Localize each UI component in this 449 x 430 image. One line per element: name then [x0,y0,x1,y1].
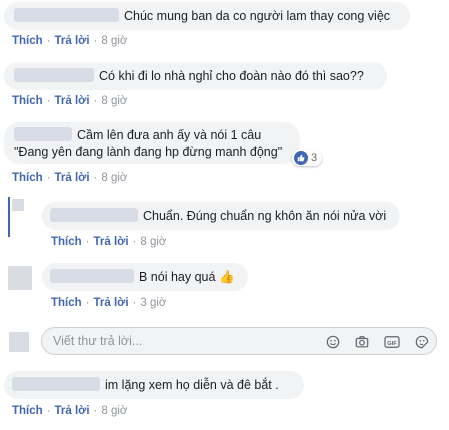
reply-button[interactable]: Trả lời [94,236,129,248]
comment-actions: Thích · Trả lời · 8 giờ [12,95,128,107]
reply-bubble: Chuẩn. Đúng chuẩn ng khôn ăn nói nửa vời [42,202,400,230]
reaction-summary[interactable]: 3 [292,150,323,166]
like-button[interactable]: Thích [12,95,43,107]
blurred-name [14,127,72,141]
like-button[interactable]: Thích [51,236,82,248]
avatar[interactable] [9,332,29,352]
blurred-name [12,377,100,391]
like-button[interactable]: Thích [12,172,43,184]
reply-thread-line [8,197,10,237]
comment-actions: Thích · Trả lời · 8 giờ [12,35,128,47]
timestamp: 8 giờ [101,95,128,107]
gif-icon[interactable]: GIF [383,335,401,349]
like-button[interactable]: Thích [12,405,43,417]
comment-bubble: Cầm lên đưa anh ấy và nói 1 câu "Đang yê… [4,122,300,164]
reply-button[interactable]: Trả lời [55,405,90,417]
comment-bubble: im lặng xem họ diễn và đê bắt . [4,371,304,399]
avatar[interactable] [8,266,32,290]
like-reaction-icon [294,151,308,165]
blurred-name [50,269,134,283]
emoji-icon[interactable] [325,335,341,349]
reply-button[interactable]: Trả lời [55,95,90,107]
reply-actions: Thích · Trả lời · 3 giờ [51,297,167,309]
comment-text-line2: "Đang yên đang lành đang hp đừng manh độ… [14,145,283,159]
blurred-name [14,68,94,82]
comment-text-line1: Cầm lên đưa anh ấy và nói 1 câu [77,128,262,142]
reply-button[interactable]: Trả lời [55,35,90,47]
comment-text: Chúc mung ban da co người lam thay cong … [124,9,391,23]
reply-text: Chuẩn. Đúng chuẩn ng khôn ăn nói nửa vời [143,209,387,223]
comment-bubble: Có khi đi lo nhà nghỉ cho đoàn nào đó th… [4,62,387,90]
avatar[interactable] [12,199,24,211]
sticker-icon[interactable] [414,335,430,349]
thumbs-up-emoji: 👍 [218,270,235,284]
timestamp: 8 giờ [140,236,167,248]
reply-button[interactable]: Trả lời [55,172,90,184]
timestamp: 8 giờ [101,35,128,47]
blurred-name [50,208,138,222]
comment-text: Có khi đi lo nhà nghỉ cho đoàn nào đó th… [99,69,364,83]
reply-bubble: B nói hay quá 👍 [42,263,248,291]
reply-input[interactable]: Viết thư trả lời... GIF [41,327,437,355]
blurred-name [14,8,119,22]
comment-text: im lặng xem họ diễn và đê bắt . [105,378,279,392]
reply-text: B nói hay quá [139,270,216,284]
reply-actions: Thích · Trả lời · 8 giờ [51,236,167,248]
timestamp: 3 giờ [140,297,167,309]
svg-text:GIF: GIF [387,341,397,347]
comment-actions: Thích · Trả lời · 8 giờ [12,405,128,417]
camera-icon[interactable] [354,335,370,349]
like-button[interactable]: Thích [51,297,82,309]
reaction-count: 3 [311,152,318,164]
comment-bubble: Chúc mung ban da co người lam thay cong … [4,2,410,30]
reply-placeholder: Viết thư trả lời... [53,334,143,348]
reply-button[interactable]: Trả lời [94,297,129,309]
like-button[interactable]: Thích [12,35,43,47]
timestamp: 8 giờ [101,172,128,184]
comment-actions: Thích · Trả lời · 8 giờ [12,172,128,184]
timestamp: 8 giờ [101,405,128,417]
